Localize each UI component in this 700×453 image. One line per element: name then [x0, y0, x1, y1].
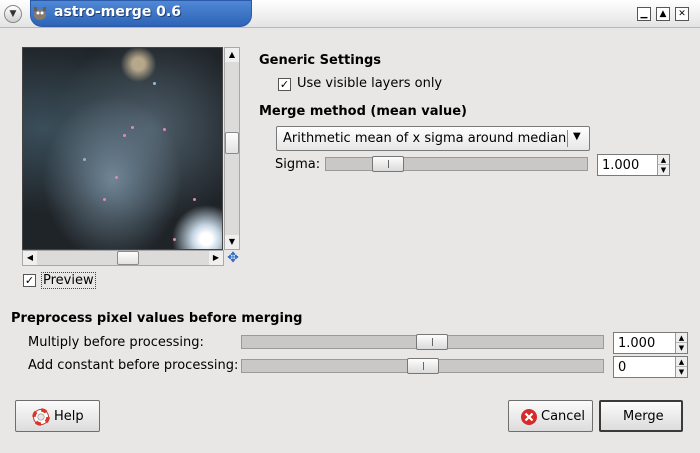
minimize-icon: ▁	[640, 9, 648, 19]
merge-method-heading: Merge method (mean value)	[259, 104, 467, 119]
preview-horizontal-scrollbar[interactable]: ◀ ▶	[22, 250, 224, 266]
vertical-scroll-thumb[interactable]	[225, 132, 239, 154]
generic-settings-heading: Generic Settings	[259, 53, 382, 68]
merge-button[interactable]: Merge	[599, 400, 683, 432]
multiply-label: Multiply before processing:	[28, 335, 204, 350]
sigma-value[interactable]: 1.000	[602, 158, 639, 173]
sigma-slider[interactable]	[325, 156, 588, 172]
window-menu-button[interactable]: ▼	[4, 5, 22, 23]
maximize-icon: ▲	[659, 9, 667, 19]
minimize-button[interactable]: ▁	[637, 7, 651, 21]
preview-label[interactable]: Preview	[41, 272, 96, 289]
spin-up-icon[interactable]: ▲	[676, 357, 687, 367]
scroll-right-icon[interactable]: ▶	[209, 251, 223, 265]
preview-vertical-scrollbar[interactable]: ▲ ▼	[224, 47, 240, 250]
help-button-label: Help	[54, 409, 84, 424]
gimp-icon	[34, 7, 46, 20]
dropdown-arrow-icon: ▼	[573, 131, 581, 142]
multiply-slider[interactable]	[241, 334, 604, 350]
window-titlebar[interactable]: ▼ astro-merge 0.6 ▁ ▲ ✕	[0, 0, 700, 28]
combo-separator	[567, 130, 568, 147]
cancel-button-label: Cancel	[541, 409, 586, 424]
sigma-spin-buttons[interactable]: ▲ ▼	[657, 155, 669, 175]
maximize-button[interactable]: ▲	[656, 7, 670, 21]
close-button[interactable]: ✕	[675, 7, 689, 21]
cancel-button[interactable]: Cancel	[508, 400, 593, 432]
spin-up-icon[interactable]: ▲	[658, 155, 669, 165]
spin-down-icon[interactable]: ▼	[676, 343, 687, 353]
sigma-spin[interactable]: 1.000 ▲ ▼	[597, 154, 670, 176]
merge-button-label: Merge	[623, 409, 664, 424]
add-constant-slider[interactable]	[241, 358, 604, 374]
add-constant-value[interactable]: 0	[618, 360, 626, 375]
add-constant-label: Add constant before processing:	[28, 358, 239, 373]
visible-layers-label[interactable]: Use visible layers only	[297, 76, 442, 91]
spin-down-icon[interactable]: ▼	[676, 367, 687, 377]
spin-up-icon[interactable]: ▲	[676, 333, 687, 343]
visible-layers-checkbox[interactable]: ✓	[278, 78, 291, 91]
add-constant-spin[interactable]: 0 ▲ ▼	[613, 356, 688, 378]
add-constant-spin-buttons[interactable]: ▲ ▼	[675, 357, 687, 377]
lifebuoy-icon	[32, 408, 50, 426]
scroll-up-icon[interactable]: ▲	[225, 48, 239, 62]
preview-image[interactable]	[22, 47, 223, 250]
merge-method-select[interactable]: Arithmetic mean of x sigma around median…	[276, 126, 590, 151]
add-constant-slider-thumb[interactable]	[407, 358, 439, 374]
cancel-x-icon	[521, 409, 537, 425]
navigate-move-icon[interactable]: ✥	[225, 250, 241, 266]
spin-down-icon[interactable]: ▼	[658, 165, 669, 175]
sigma-label: Sigma:	[275, 157, 321, 172]
window-title: astro-merge 0.6	[54, 4, 181, 20]
sigma-slider-thumb[interactable]	[372, 156, 404, 172]
multiply-spin[interactable]: 1.000 ▲ ▼	[613, 332, 688, 354]
preprocess-heading: Preprocess pixel values before merging	[11, 311, 303, 326]
merge-method-value: Arithmetic mean of x sigma around median	[283, 131, 567, 146]
close-icon: ✕	[678, 9, 686, 19]
scroll-down-icon[interactable]: ▼	[225, 235, 239, 249]
scroll-left-icon[interactable]: ◀	[23, 251, 37, 265]
multiply-slider-thumb[interactable]	[416, 334, 448, 350]
horizontal-scroll-thumb[interactable]	[117, 251, 139, 265]
chevron-down-icon: ▼	[9, 9, 17, 19]
help-button[interactable]: Help	[15, 400, 100, 432]
multiply-spin-buttons[interactable]: ▲ ▼	[675, 333, 687, 353]
multiply-value[interactable]: 1.000	[618, 336, 655, 351]
preview-checkbox[interactable]: ✓	[23, 274, 36, 287]
